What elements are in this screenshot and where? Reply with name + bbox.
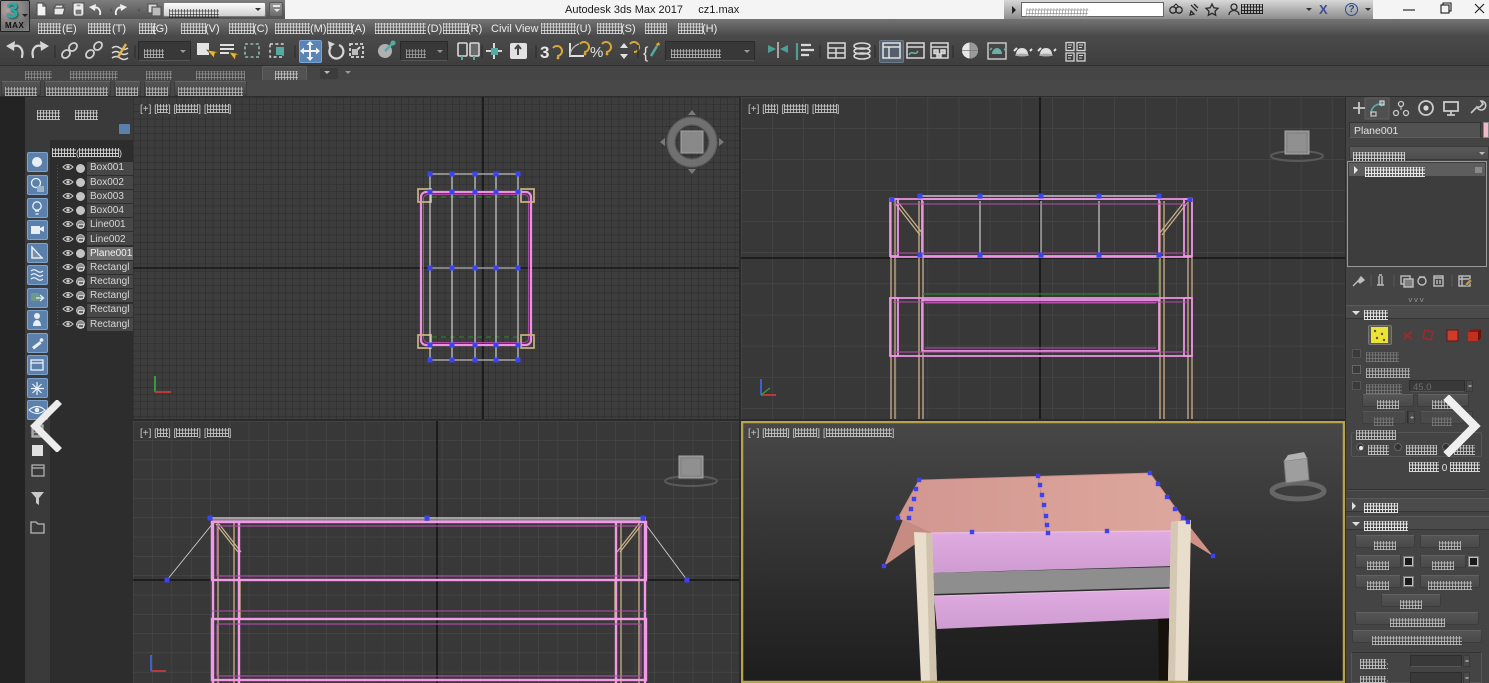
- svg-text:{: {: [643, 45, 649, 62]
- svg-text:%: %: [590, 44, 603, 61]
- svg-text:3: 3: [540, 43, 549, 62]
